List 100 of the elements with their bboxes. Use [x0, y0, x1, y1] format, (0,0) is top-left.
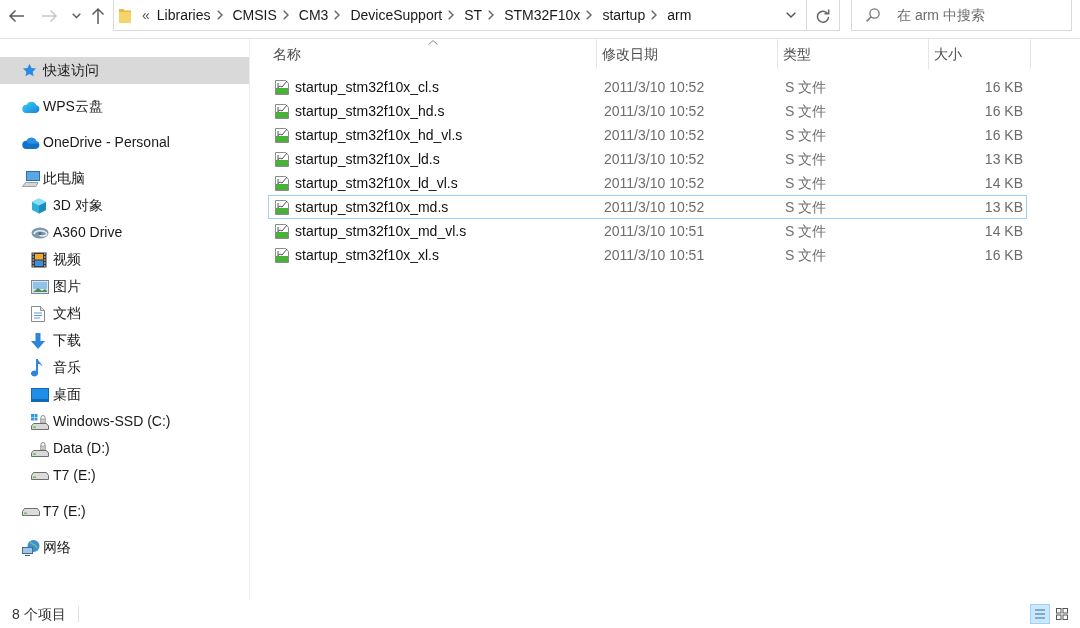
drive-icon: [31, 471, 49, 480]
sidebar-item[interactable]: T7 (E:): [22, 498, 89, 525]
refresh-button[interactable]: [806, 0, 840, 31]
chart-file-icon: [274, 223, 290, 239]
drive-icon: [31, 413, 49, 430]
modified-date: 2011/3/10 10:52: [604, 101, 705, 121]
column-header[interactable]: 大小: [929, 39, 1031, 69]
file-name: startup_stm32f10x_ld_vl.s: [295, 173, 458, 193]
desktop-icon: [31, 387, 49, 402]
chevron-right-icon[interactable]: [216, 10, 223, 20]
sidebar-item[interactable]: 3D 对象: [31, 192, 106, 219]
item-count: 8 个项目: [12, 604, 66, 624]
film-icon: [31, 251, 47, 268]
chevron-right-icon[interactable]: [282, 10, 289, 20]
file-size: 16 KB: [984, 245, 1023, 265]
file-type: S 文件: [785, 221, 827, 241]
chart-file-icon: [274, 175, 290, 191]
network-icon: [22, 539, 40, 556]
chevron-right-icon[interactable]: [651, 10, 658, 20]
modified-date: 2011/3/10 10:52: [604, 173, 705, 193]
cloud-icon: [22, 136, 40, 149]
file-name: startup_stm32f10x_hd_vl.s: [295, 125, 463, 145]
sidebar-item[interactable]: 桌面: [31, 381, 84, 408]
file-size: 14 KB: [984, 173, 1023, 193]
swirl-icon: [31, 226, 49, 239]
picture-icon: [31, 279, 49, 294]
search-field[interactable]: 在 arm 中搜索: [851, 0, 1072, 31]
path-segment[interactable]: CMSIS: [232, 4, 277, 26]
path-segment[interactable]: arm: [667, 4, 692, 26]
file-size: 13 KB: [984, 197, 1023, 217]
modified-date: 2011/3/10 10:52: [604, 77, 705, 97]
left-arrow-icon[interactable]: [8, 8, 24, 23]
path-segment[interactable]: startup: [602, 4, 646, 26]
sidebar-item[interactable]: Windows-SSD (C:): [31, 408, 174, 435]
file-type: S 文件: [785, 149, 827, 169]
path-segment[interactable]: CM3: [298, 4, 329, 26]
address-bar[interactable]: « Libraries CMSIS CM3 DeviceSupport ST STM32F10x startup arm: [113, 0, 806, 31]
chevron-down-icon[interactable]: [786, 12, 796, 18]
chart-file-icon: [274, 151, 290, 167]
file-name: startup_stm32f10x_hd.s: [295, 101, 445, 121]
path-segment[interactable]: STM32F10x: [504, 4, 581, 26]
file-size: 13 KB: [984, 149, 1023, 169]
modified-date: 2011/3/10 10:52: [604, 125, 705, 145]
modified-date: 2011/3/10 10:51: [604, 245, 705, 265]
sidebar-item[interactable]: WPS云盘: [22, 93, 106, 120]
file-row[interactable]: startup_stm32f10x_md.s 2011/3/10 10:52 S 文件 13 KB: [268, 195, 1027, 219]
sidebar-item[interactable]: OneDrive - Personal: [22, 129, 173, 156]
chevron-right-icon[interactable]: [586, 10, 593, 20]
sidebar-item[interactable]: 此电脑: [22, 165, 88, 192]
file-type: S 文件: [785, 101, 827, 121]
chevron-right-icon[interactable]: [488, 10, 495, 20]
file-type: S 文件: [785, 245, 827, 265]
chevron-right-icon[interactable]: [334, 10, 341, 20]
path-overflow-button[interactable]: «: [142, 8, 150, 22]
file-type: S 文件: [785, 173, 827, 193]
file-type: S 文件: [785, 125, 827, 145]
sidebar-item[interactable]: 网络: [22, 534, 74, 561]
sidebar-item[interactable]: 文档: [31, 300, 84, 327]
star-icon: [22, 63, 37, 78]
modified-date: 2011/3/10 10:51: [604, 221, 705, 241]
file-size: 14 KB: [984, 221, 1023, 241]
column-header[interactable]: 类型: [778, 39, 929, 69]
music-note-icon: [31, 358, 43, 377]
download-icon: [31, 332, 45, 349]
chevron-down-icon[interactable]: [71, 12, 81, 19]
sidebar-item[interactable]: 下载: [31, 327, 84, 354]
file-size: 16 KB: [984, 101, 1023, 121]
drive-icon: [31, 440, 49, 457]
file-type: S 文件: [785, 77, 827, 97]
chart-file-icon: [274, 199, 290, 215]
sidebar-item[interactable]: 快速访问: [0, 57, 249, 84]
document-icon: [31, 305, 45, 322]
column-header[interactable]: 名称: [268, 39, 597, 69]
modified-date: 2011/3/10 10:52: [604, 149, 705, 169]
file-name: startup_stm32f10x_md.s: [295, 197, 449, 217]
column-header[interactable]: 修改日期: [597, 39, 778, 69]
sidebar-item[interactable]: 视频: [31, 246, 84, 273]
file-name: startup_stm32f10x_xl.s: [295, 245, 439, 265]
chart-file-icon: [274, 127, 290, 143]
sidebar-item[interactable]: 音乐: [31, 354, 84, 381]
file-name: startup_stm32f10x_cl.s: [295, 77, 439, 97]
cube-icon: [31, 197, 47, 214]
refresh-icon: [816, 7, 830, 23]
up-arrow-icon[interactable]: [91, 7, 105, 24]
sidebar-item[interactable]: A360 Drive: [31, 219, 126, 246]
cloud-icon: [22, 100, 40, 113]
file-name: startup_stm32f10x_md_vl.s: [295, 221, 467, 241]
chart-file-icon: [274, 103, 290, 119]
search-icon: [866, 8, 880, 22]
file-size: 16 KB: [984, 77, 1023, 97]
chart-file-icon: [274, 79, 290, 95]
path-segment[interactable]: ST: [464, 4, 483, 26]
sidebar-item[interactable]: 图片: [31, 273, 84, 300]
sidebar-item[interactable]: Data (D:): [31, 435, 113, 462]
chevron-right-icon[interactable]: [448, 10, 455, 20]
path-segment[interactable]: DeviceSupport: [350, 4, 443, 26]
sidebar-item[interactable]: T7 (E:): [31, 462, 99, 489]
folder-icon: [119, 7, 131, 23]
modified-date: 2011/3/10 10:52: [604, 197, 705, 217]
path-segment[interactable]: Libraries: [156, 4, 211, 26]
